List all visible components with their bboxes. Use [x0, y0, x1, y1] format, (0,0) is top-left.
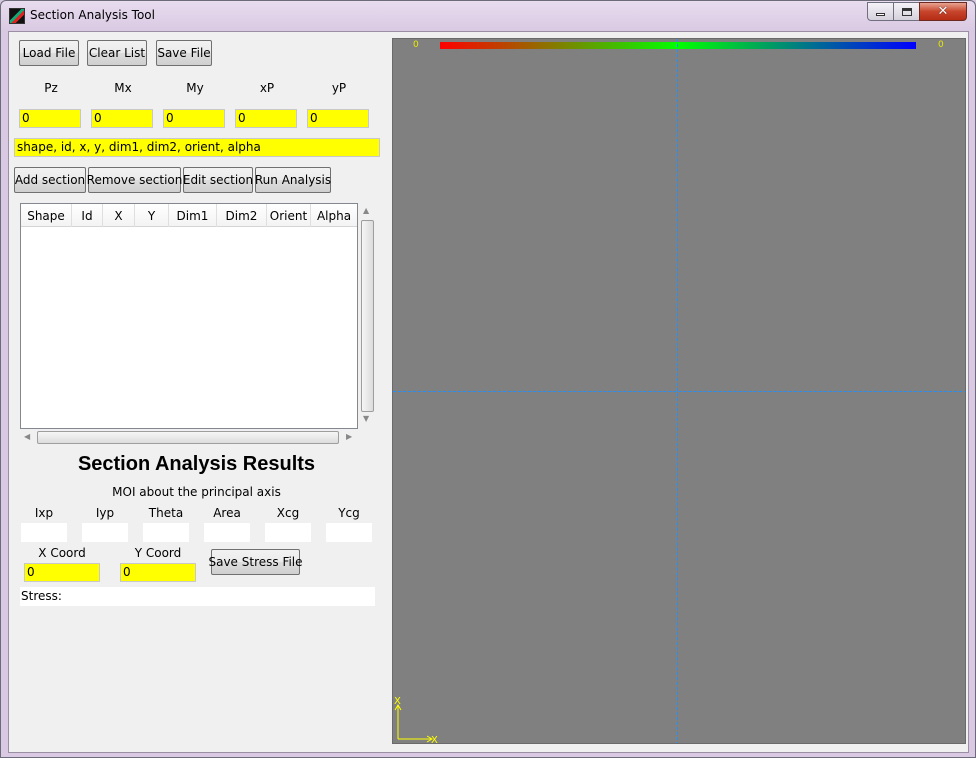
horizontal-centerline [393, 391, 965, 392]
list-vertical-scrollbar[interactable]: ▲ ▼ [359, 203, 376, 429]
area-label: Area [213, 506, 241, 520]
ixp-value [21, 523, 67, 542]
client-area: Load File Clear List Save File Pz Mx My … [8, 31, 969, 753]
pz-label: Pz [44, 81, 58, 95]
scroll-right-icon[interactable]: ▶ [346, 432, 352, 441]
column-x[interactable]: X [103, 204, 135, 227]
my-label: My [186, 81, 204, 95]
origin-axes-icon: X X [394, 696, 438, 744]
column-dim2[interactable]: Dim2 [217, 204, 267, 227]
x-coord-label: X Coord [38, 546, 86, 560]
column-y[interactable]: Y [135, 204, 169, 227]
vertical-scroll-thumb[interactable] [361, 220, 374, 412]
close-icon: ✕ [937, 4, 949, 19]
horizontal-scroll-thumb[interactable] [37, 431, 339, 444]
xcg-label: Xcg [276, 506, 300, 520]
column-alpha[interactable]: Alpha [311, 204, 357, 227]
title-bar[interactable]: Section Analysis Tool ✕ [1, 1, 975, 31]
remove-section-button[interactable]: Remove section [87, 167, 182, 193]
close-button[interactable]: ✕ [919, 2, 967, 21]
my-input[interactable]: 0 [163, 109, 225, 128]
load-file-button[interactable]: Load File [19, 40, 79, 66]
stress-output: Stress: [20, 587, 375, 606]
scroll-down-icon[interactable]: ▼ [363, 414, 369, 423]
xp-input[interactable]: 0 [235, 109, 297, 128]
scroll-up-icon[interactable]: ▲ [363, 206, 369, 215]
stress-colorbar [440, 42, 916, 49]
app-window: Section Analysis Tool ✕ Load File Clear … [0, 0, 976, 758]
yp-label: yP [331, 81, 347, 95]
column-dim1[interactable]: Dim1 [169, 204, 217, 227]
x-coord-input[interactable]: 0 [24, 563, 100, 582]
list-header: Shape Id X Y Dim1 Dim2 Orient Alpha [21, 204, 357, 227]
xp-label: xP [259, 81, 275, 95]
section-list[interactable]: Shape Id X Y Dim1 Dim2 Orient Alpha [20, 203, 358, 429]
ycg-value [326, 523, 372, 542]
minimize-button[interactable] [867, 2, 894, 21]
colorbar-max-label: 0 [938, 40, 944, 50]
app-icon [9, 8, 25, 24]
colorbar-min-label: 0 [413, 40, 419, 50]
column-shape[interactable]: Shape [21, 204, 72, 227]
mx-label: Mx [114, 81, 132, 95]
edit-section-button[interactable]: Edit section [183, 167, 253, 193]
list-horizontal-scrollbar[interactable]: ◀ ▶ [20, 429, 358, 446]
column-orient[interactable]: Orient [267, 204, 311, 227]
maximize-button[interactable] [893, 2, 920, 21]
theta-value [143, 523, 189, 542]
ixp-label: Ixp [34, 506, 54, 520]
results-title: Section Analysis Results [77, 453, 316, 475]
run-analysis-button[interactable]: Run Analysis [255, 167, 331, 193]
section-entry-input[interactable]: shape, id, x, y, dim1, dim2, orient, alp… [14, 138, 380, 157]
mx-input[interactable]: 0 [91, 109, 153, 128]
clear-list-button[interactable]: Clear List [87, 40, 147, 66]
scroll-left-icon[interactable]: ◀ [24, 432, 30, 441]
xcg-value [265, 523, 311, 542]
window-title: Section Analysis Tool [30, 8, 155, 22]
iyp-label: Iyp [95, 506, 115, 520]
pz-input[interactable]: 0 [19, 109, 81, 128]
save-file-button[interactable]: Save File [156, 40, 212, 66]
theta-label: Theta [148, 506, 184, 520]
section-canvas[interactable]: 0 0 X X [392, 38, 966, 744]
minimize-icon [876, 13, 885, 16]
y-coord-label: Y Coord [134, 546, 182, 560]
maximize-icon [901, 7, 912, 16]
results-subtitle: MOI about the principal axis [112, 485, 281, 499]
yp-input[interactable]: 0 [307, 109, 369, 128]
column-id[interactable]: Id [72, 204, 103, 227]
y-coord-input[interactable]: 0 [120, 563, 196, 582]
add-section-button[interactable]: Add section [14, 167, 86, 193]
ycg-label: Ycg [338, 506, 360, 520]
area-value [204, 523, 250, 542]
iyp-value [82, 523, 128, 542]
axis-x-label: X [431, 735, 438, 744]
axis-y-label: X [394, 696, 401, 707]
save-stress-file-button[interactable]: Save Stress File [208, 549, 303, 575]
